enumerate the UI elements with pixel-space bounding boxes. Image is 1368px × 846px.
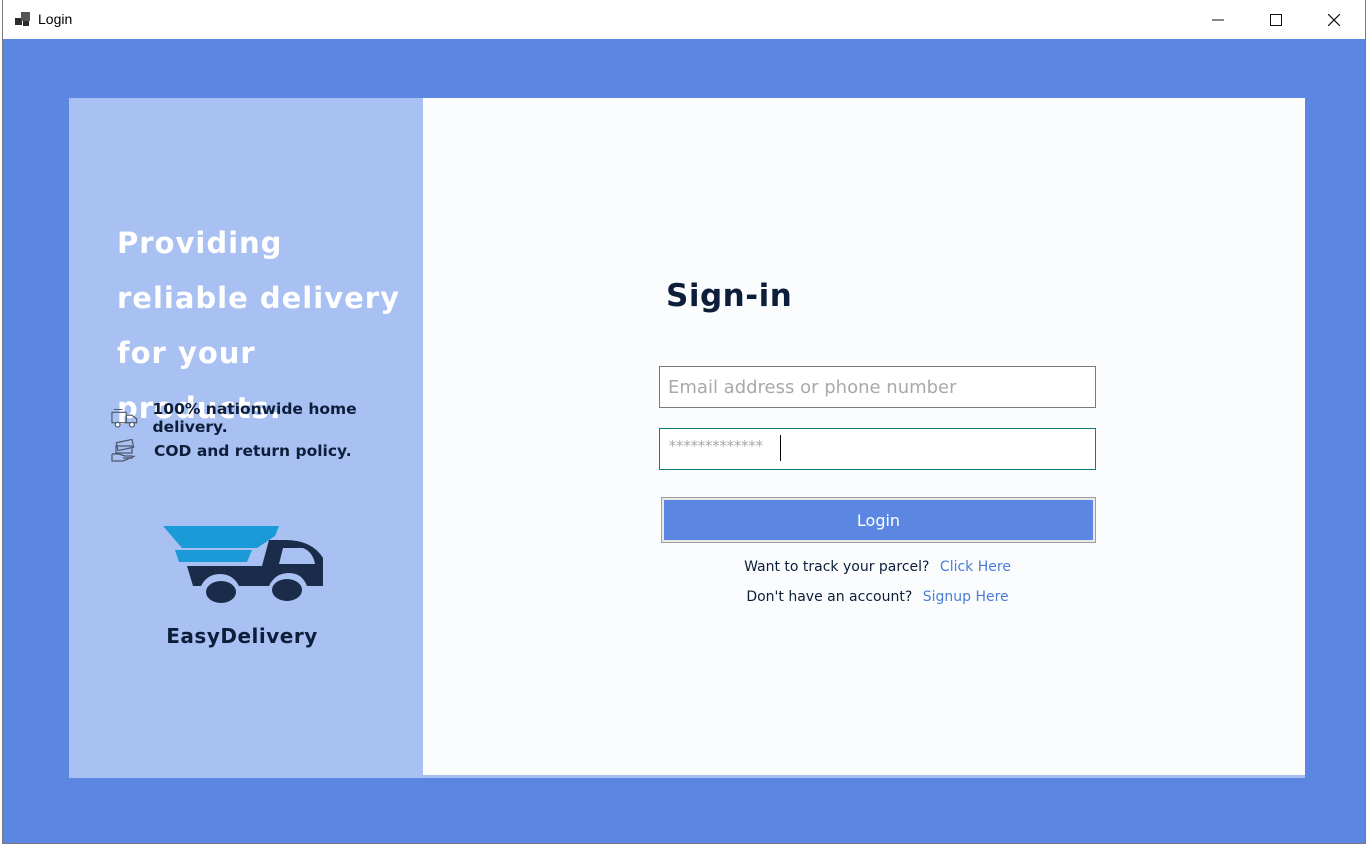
- app-icon: [15, 12, 31, 28]
- close-button[interactable]: [1305, 0, 1363, 39]
- promo-panel: Providing reliable delivery for your pro…: [69, 98, 423, 778]
- window-title: Login: [38, 11, 73, 27]
- easydelivery-logo: [163, 526, 323, 603]
- cash-hand-icon: [111, 439, 136, 462]
- delivery-truck-icon: [111, 408, 138, 428]
- maximize-icon: [1270, 13, 1282, 26]
- login-card: Providing reliable delivery for your pro…: [69, 98, 1305, 778]
- feature-item-delivery: 100% nationwide home delivery.: [111, 400, 423, 436]
- login-button-label: Login: [664, 500, 1093, 540]
- title-bar[interactable]: Login: [3, 0, 1365, 39]
- login-window: Login Providing reliable delivery for yo…: [2, 0, 1366, 844]
- login-button[interactable]: Login: [661, 497, 1096, 543]
- feature-text: COD and return policy.: [154, 442, 352, 460]
- track-parcel-row: Want to track your parcel? Click Here: [659, 559, 1096, 575]
- password-input[interactable]: *************: [668, 437, 764, 455]
- feature-item-cod: COD and return policy.: [111, 439, 352, 463]
- signup-row: Don't have an account? Signup Here: [659, 589, 1096, 605]
- divider: [423, 775, 1305, 778]
- email-field[interactable]: [659, 366, 1096, 408]
- maximize-button[interactable]: [1247, 0, 1305, 39]
- minimize-button[interactable]: [1189, 0, 1247, 39]
- brand-name: EasyDelivery: [166, 624, 318, 648]
- feature-text: 100% nationwide home delivery.: [152, 400, 357, 436]
- signup-link[interactable]: Signup Here: [923, 589, 1009, 605]
- password-field[interactable]: *************: [659, 428, 1096, 470]
- track-prompt: Want to track your parcel?: [744, 559, 930, 575]
- signin-title: Sign-in: [666, 278, 793, 314]
- email-input[interactable]: [660, 367, 1095, 407]
- signup-prompt: Don't have an account?: [746, 589, 913, 605]
- minimize-icon: [1212, 19, 1224, 20]
- text-caret: [780, 435, 781, 461]
- close-icon: [1328, 13, 1340, 26]
- track-parcel-link[interactable]: Click Here: [940, 559, 1011, 575]
